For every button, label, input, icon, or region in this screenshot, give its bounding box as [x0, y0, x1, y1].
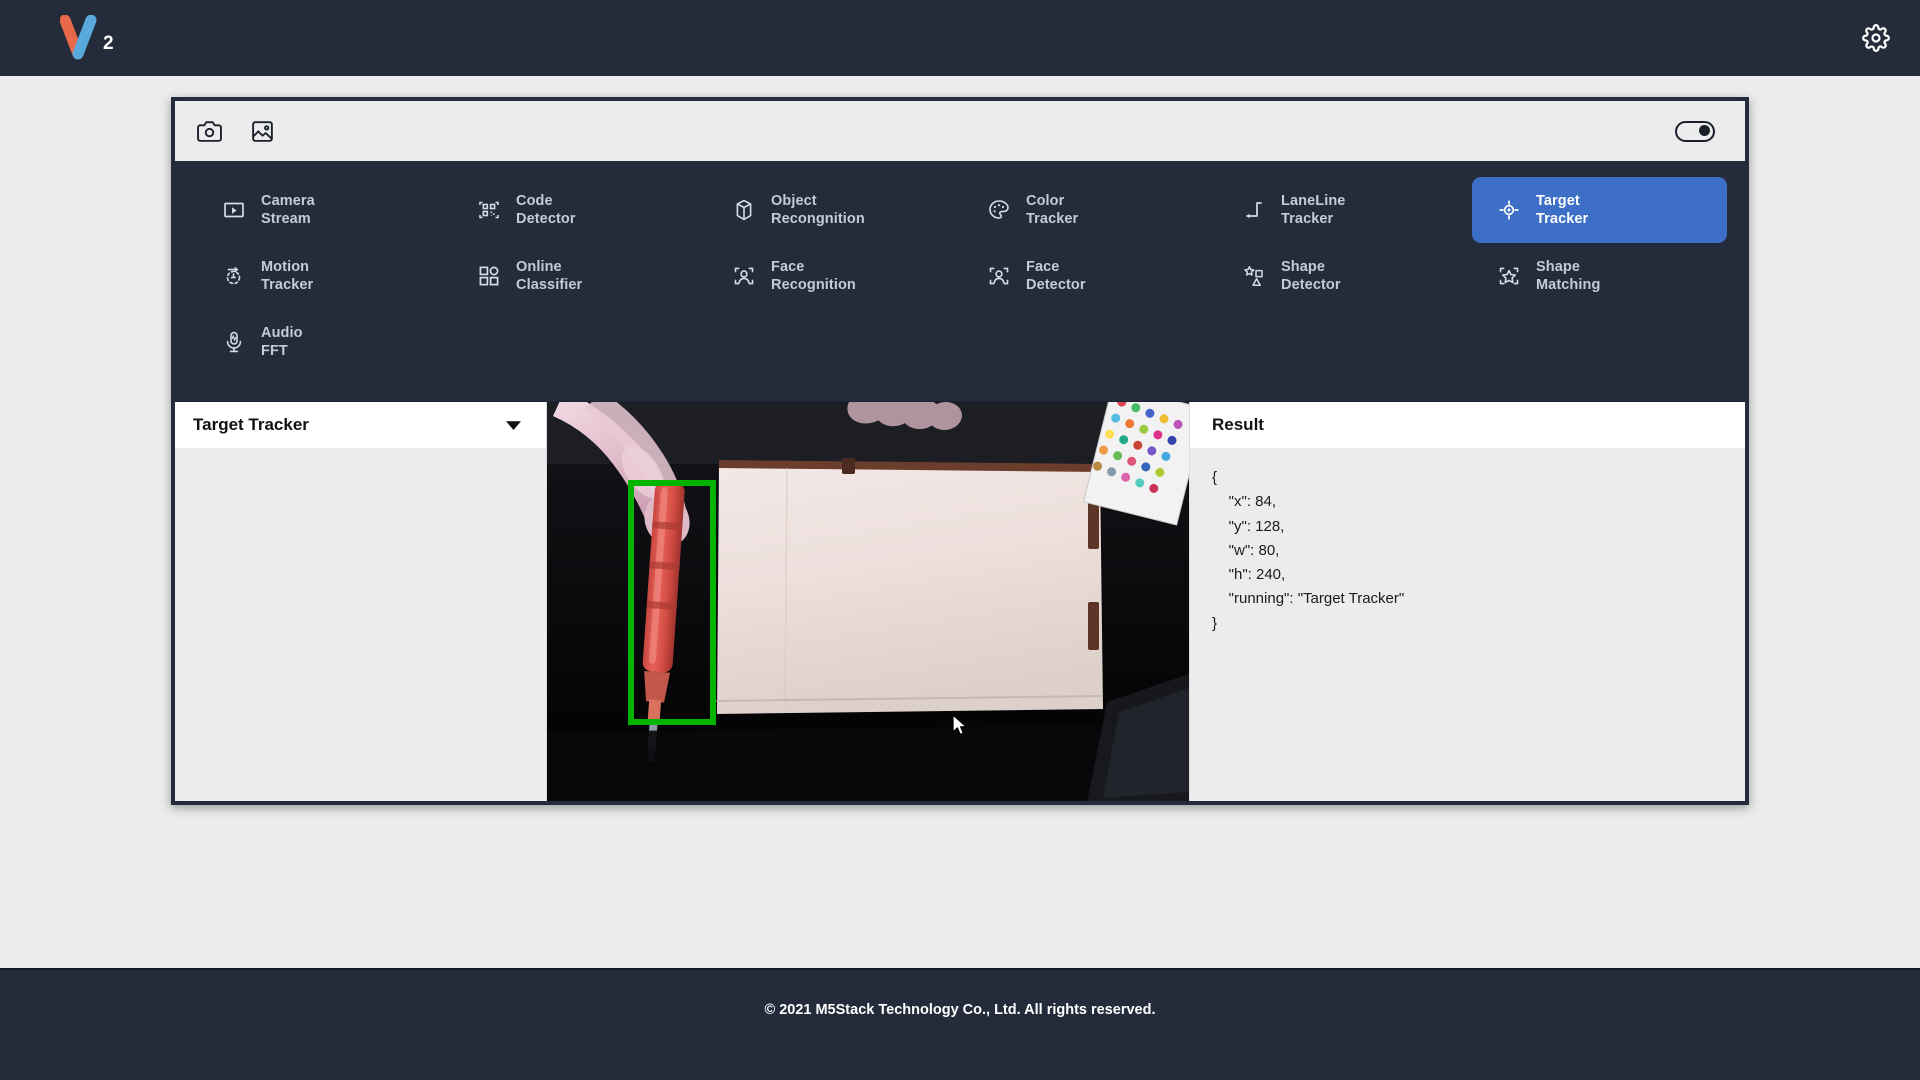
function-motion-tracker[interactable]: Motion Tracker: [197, 243, 452, 309]
function-label-line1: Camera: [261, 192, 315, 209]
function-label-line1: LaneLine: [1281, 192, 1346, 209]
tracking-bounding-box: [628, 480, 716, 725]
motion-tracker-icon: [221, 263, 247, 289]
shape-detector-icon: [1241, 263, 1267, 289]
logo-subscript: 2: [103, 33, 114, 54]
toggle-knob: [1699, 125, 1710, 136]
face-recognition-icon: [731, 263, 757, 289]
function-label-line2: FFT: [261, 343, 288, 359]
function-label-line1: Color: [1026, 192, 1065, 209]
camera-stream-icon: [221, 197, 247, 223]
function-label-line2: Matching: [1536, 277, 1601, 293]
function-face-recognition[interactable]: Face Recognition: [707, 243, 962, 309]
page-footer: © 2021 M5Stack Technology Co., Ltd. All …: [0, 968, 1920, 1080]
microphone-icon: [221, 329, 247, 355]
config-panel-body: [175, 448, 546, 801]
function-label-line1: Code: [516, 192, 553, 209]
function-label-line1: Face: [1026, 258, 1060, 275]
app-card: Camera Stream Code Detector Object Recon…: [171, 97, 1749, 805]
color-palette-icon: [986, 197, 1012, 223]
page-body: Camera Stream Code Detector Object Recon…: [0, 76, 1920, 968]
top-navbar: 2: [0, 0, 1920, 76]
function-label-line1: Shape: [1536, 258, 1581, 275]
function-label-line1: Target: [1536, 192, 1580, 209]
unitv2-logo[interactable]: 2: [60, 15, 114, 61]
laneline-icon: [1241, 197, 1267, 223]
capture-toolbar: [175, 101, 1745, 161]
function-label-line2: Classifier: [516, 277, 583, 293]
camera-capture-button[interactable]: [197, 119, 222, 144]
config-panel-header[interactable]: Target Tracker: [175, 402, 546, 448]
function-label-line1: Online: [516, 258, 562, 275]
function-grid: Camera Stream Code Detector Object Recon…: [175, 161, 1745, 401]
logo-v-icon: [60, 15, 97, 60]
work-area: Target Tracker Result {"x": 84, "y": 12…: [175, 401, 1745, 801]
chevron-down-icon[interactable]: [505, 420, 522, 431]
function-label-line2: Tracker: [261, 277, 314, 293]
image-gallery-button[interactable]: [250, 119, 275, 144]
function-code-detector[interactable]: Code Detector: [452, 177, 707, 243]
function-label-line2: Tracker: [1281, 211, 1334, 227]
function-label-line1: Object: [771, 192, 817, 209]
function-label-line2: Recognition: [771, 277, 856, 293]
camera-stream-view[interactable]: [547, 402, 1189, 801]
result-json-output: { "x": 84, "y": 128, "w": 80, "h": 240, …: [1212, 469, 1405, 632]
function-label-line1: Motion: [261, 258, 310, 275]
function-color-tracker[interactable]: Color Tracker: [962, 177, 1217, 243]
function-label-line2: Tracker: [1026, 211, 1079, 227]
function-face-detector[interactable]: Face Detector: [962, 243, 1217, 309]
online-classifier-icon: [476, 263, 502, 289]
camera-icon: [197, 120, 222, 142]
result-panel: Result { "x": 84, "y": 128, "w": 80, "h"…: [1189, 402, 1745, 801]
settings-button[interactable]: [1862, 24, 1890, 52]
function-object-recognition[interactable]: Object Recongnition: [707, 177, 962, 243]
target-crosshair-icon: [1496, 197, 1522, 223]
copyright-text: © 2021 M5Stack Technology Co., Ltd. All …: [764, 1002, 1156, 1018]
function-label-line1: Shape: [1281, 258, 1326, 275]
function-camera-stream[interactable]: Camera Stream: [197, 177, 452, 243]
face-detector-icon: [986, 263, 1012, 289]
function-label-line2: Recongnition: [771, 211, 865, 227]
config-panel: Target Tracker: [175, 402, 547, 801]
function-online-classifier[interactable]: Online Classifier: [452, 243, 707, 309]
function-shape-matching[interactable]: Shape Matching: [1472, 243, 1727, 309]
gear-icon: [1862, 24, 1890, 52]
config-panel-title: Target Tracker: [193, 415, 309, 434]
function-label-line2: Tracker: [1536, 211, 1589, 227]
object-cube-icon: [731, 197, 757, 223]
function-label-line1: Face: [771, 258, 805, 275]
result-panel-title: Result: [1212, 415, 1264, 434]
stream-toggle[interactable]: [1675, 120, 1715, 142]
function-label-line1: Audio: [261, 324, 303, 341]
capture-toolbar-left: [197, 119, 275, 144]
code-detector-icon: [476, 197, 502, 223]
result-panel-header: Result: [1190, 402, 1745, 448]
function-audio-fft[interactable]: Audio FFT: [197, 309, 452, 375]
function-shape-detector[interactable]: Shape Detector: [1217, 243, 1472, 309]
function-label-line2: Detector: [1026, 277, 1086, 293]
mouse-cursor-icon: [952, 714, 967, 735]
shape-matching-icon: [1496, 263, 1522, 289]
result-panel-body: { "x": 84, "y": 128, "w": 80, "h": 240, …: [1190, 448, 1745, 801]
function-label-line2: Stream: [261, 211, 311, 227]
function-label-line2: Detector: [516, 211, 576, 227]
image-icon: [252, 120, 273, 142]
function-laneline-tracker[interactable]: LaneLine Tracker: [1217, 177, 1472, 243]
function-label-line2: Detector: [1281, 277, 1341, 293]
function-target-tracker[interactable]: Target Tracker: [1472, 177, 1727, 243]
